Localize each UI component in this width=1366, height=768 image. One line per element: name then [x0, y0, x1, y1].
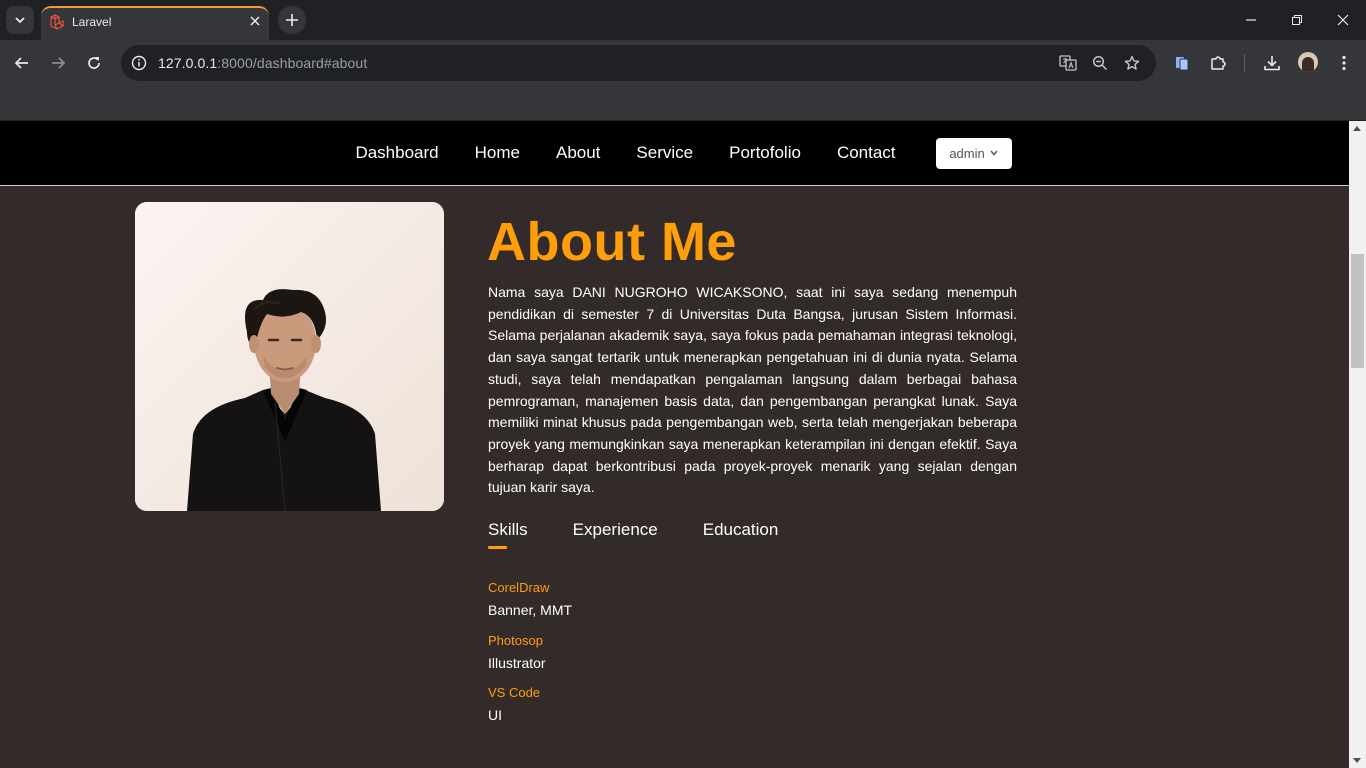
skill-description: UI	[488, 707, 502, 723]
skill-name: VS Code	[488, 685, 541, 700]
site-navbar: Dashboard Home About Service Portofolio …	[0, 121, 1349, 186]
skill-name: CorelDraw	[488, 580, 550, 595]
list-item: CorelDraw Banner, MMT	[488, 580, 572, 633]
back-button[interactable]	[10, 51, 34, 75]
translate-icon	[1059, 55, 1077, 71]
bookmarks-bar	[0, 86, 1366, 121]
list-item: Photosop Illustrator	[488, 633, 572, 686]
minimize-icon	[1246, 19, 1256, 21]
page-viewport: Dashboard Home About Service Portofolio …	[0, 121, 1366, 768]
toolbar-separator	[1244, 54, 1245, 72]
downloads-button[interactable]	[1260, 51, 1284, 75]
user-dropdown-button[interactable]: admin	[935, 137, 1012, 169]
site-info-icon	[131, 55, 147, 71]
browser-tab[interactable]: Laravel	[41, 6, 269, 40]
url-text[interactable]: 127.0.0.1:8000/dashboard#about	[158, 55, 367, 71]
star-icon	[1124, 55, 1140, 70]
forward-button[interactable]	[46, 51, 70, 75]
nav-link-portofolio[interactable]: Portofolio	[729, 143, 801, 163]
new-tab-button[interactable]	[278, 6, 306, 34]
menu-icon	[1342, 55, 1346, 71]
tab-strip: Laravel	[0, 0, 1366, 40]
url-host: 127.0.0.1	[158, 55, 218, 71]
zoom-button[interactable]	[1090, 53, 1110, 73]
nav-links: Dashboard Home About Service Portofolio …	[0, 121, 1349, 185]
nav-link-home[interactable]: Home	[475, 143, 520, 163]
nav-link-dashboard[interactable]: Dashboard	[355, 143, 438, 163]
profile-avatar[interactable]	[1298, 52, 1318, 72]
scroll-down-arrow[interactable]	[1353, 758, 1361, 763]
forward-icon	[52, 57, 66, 69]
restore-icon	[1292, 15, 1302, 25]
reload-button[interactable]	[82, 51, 106, 75]
reading-mode-icon	[1176, 57, 1189, 71]
page-scrollbar[interactable]	[1349, 121, 1366, 768]
url-path: :8000/dashboard#about	[217, 55, 368, 71]
skill-name: Photosop	[488, 632, 543, 648]
about-paragraph: Nama saya DANI NUGROHO WICAKSONO, saat i…	[488, 284, 1017, 496]
reload-icon	[88, 57, 100, 69]
tab-close-button[interactable]	[247, 13, 263, 29]
about-title: About Me	[487, 212, 737, 272]
extensions-icon	[1211, 56, 1226, 70]
back-icon	[14, 57, 28, 69]
bookmark-star-button[interactable]	[1122, 53, 1142, 73]
close-icon	[250, 16, 260, 26]
tab-title: Laravel	[72, 15, 112, 29]
skill-description: Illustrator	[488, 654, 546, 671]
site-info-button[interactable]	[129, 53, 149, 73]
nav-link-about[interactable]: About	[556, 143, 600, 163]
nav-link-contact[interactable]: Contact	[837, 143, 896, 163]
about-tabs: Skills Experience Education	[488, 520, 823, 550]
nav-link-service[interactable]: Service	[636, 143, 693, 163]
browser-menu-button[interactable]	[1332, 51, 1356, 75]
browser-toolbar: 127.0.0.1:8000/dashboard#about	[0, 40, 1366, 86]
close-icon	[1337, 14, 1349, 26]
plus-icon	[286, 14, 298, 26]
tab-experience[interactable]: Experience	[573, 520, 658, 550]
scroll-up-arrow[interactable]	[1353, 126, 1361, 131]
address-bar[interactable]: 127.0.0.1:8000/dashboard#about	[121, 45, 1156, 81]
zoom-icon	[1092, 55, 1108, 71]
profile-photo	[135, 202, 444, 511]
tab-skills[interactable]: Skills	[488, 520, 528, 550]
list-item: VS Code UI	[488, 685, 572, 738]
download-icon	[1264, 56, 1280, 71]
user-dropdown-label: admin	[949, 145, 985, 161]
chevron-down-icon	[990, 150, 998, 156]
extensions-button[interactable]	[1206, 51, 1230, 75]
tab-education[interactable]: Education	[703, 520, 779, 550]
skill-list: CorelDraw Banner, MMT Photosop Illustrat…	[488, 580, 572, 738]
laravel-icon	[50, 14, 64, 30]
close-window-button[interactable]	[1331, 8, 1355, 32]
minimize-button[interactable]	[1239, 8, 1263, 32]
scroll-thumb[interactable]	[1351, 254, 1364, 368]
translate-button[interactable]	[1058, 53, 1078, 73]
restore-button[interactable]	[1285, 8, 1309, 32]
reading-mode-button[interactable]	[1170, 51, 1194, 75]
tab-search-icon	[15, 17, 25, 24]
tab-search-button[interactable]	[6, 6, 34, 34]
skill-description: Banner, MMT	[488, 602, 573, 618]
